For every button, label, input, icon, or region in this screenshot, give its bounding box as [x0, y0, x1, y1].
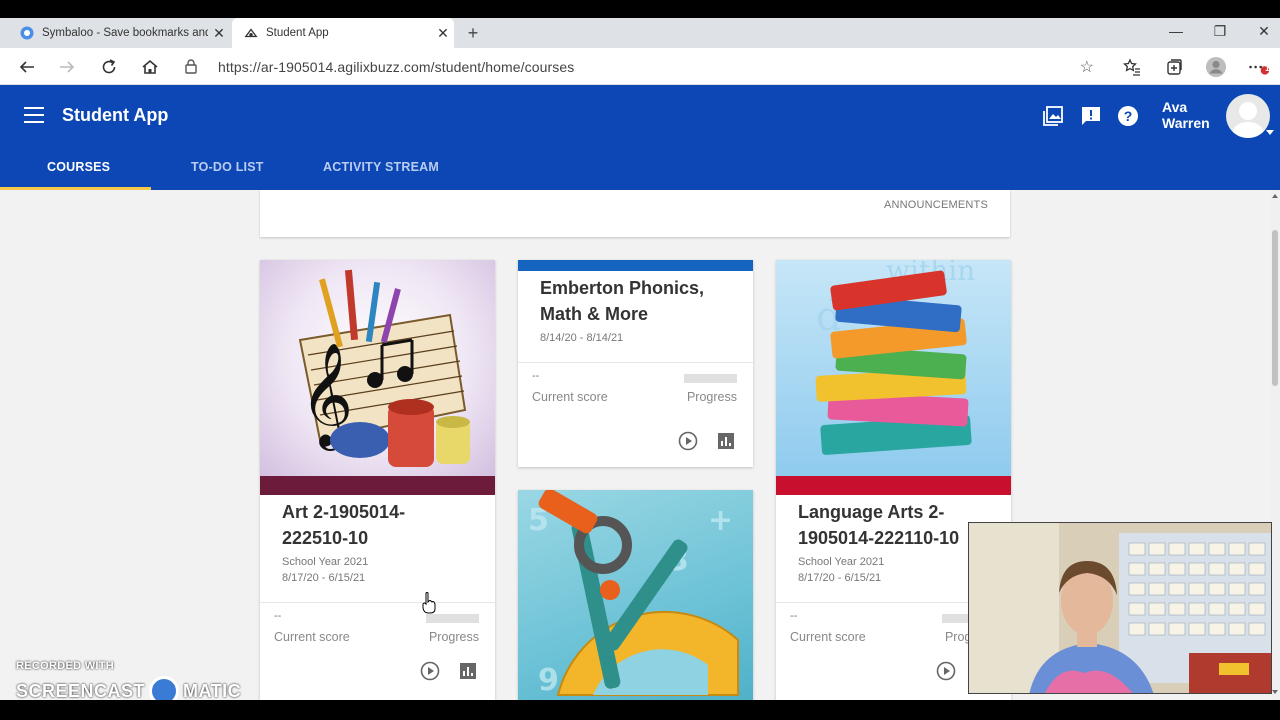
- top-black-bar: [0, 0, 1280, 18]
- course-school-year: School Year 2021: [282, 556, 369, 568]
- avatar-dropdown-icon[interactable]: [1266, 130, 1274, 135]
- course-title-line: Emberton Phonics,: [540, 278, 705, 298]
- close-window-button[interactable]: ✕: [1242, 18, 1280, 48]
- browser-tab-symbaloo[interactable]: Symbaloo - Save bookmarks and ✕: [8, 18, 230, 48]
- course-color-band: [260, 476, 495, 495]
- profile-icon[interactable]: [1205, 56, 1227, 78]
- home-icon[interactable]: [137, 54, 163, 80]
- score-label: Current score: [274, 630, 350, 644]
- announcements-panel: ANNOUNCEMENTS: [260, 190, 1010, 237]
- help-icon[interactable]: ?: [1116, 104, 1140, 128]
- notification-badge: 1: [1265, 64, 1270, 73]
- course-dates: 8/17/20 - 6/15/21: [282, 572, 366, 584]
- minimize-button[interactable]: —: [1154, 18, 1198, 48]
- score-label: Current score: [790, 630, 866, 644]
- gallery-icon[interactable]: [1041, 104, 1065, 128]
- url-text: https://ar-1905014.agilixbuzz.com/studen…: [218, 58, 575, 75]
- address-bar[interactable]: https://ar-1905014.agilixbuzz.com/studen…: [178, 52, 1108, 81]
- tab-title: Symbaloo - Save bookmarks and: [42, 27, 208, 39]
- play-circle-icon[interactable]: [935, 660, 957, 682]
- screen: Symbaloo - Save bookmarks and ✕ Student …: [0, 0, 1280, 720]
- card-divider: [260, 602, 495, 603]
- course-title-line: Language Arts 2-: [798, 502, 945, 522]
- course-color-band: [518, 260, 753, 271]
- scroll-down-icon[interactable]: [1272, 690, 1278, 694]
- course-color-band: [776, 476, 1011, 495]
- browser-toolbar: https://ar-1905014.agilixbuzz.com/studen…: [0, 48, 1280, 85]
- course-card-math[interactable]: 5+396: [518, 490, 753, 700]
- progress-bar: [426, 614, 479, 623]
- settings-more-icon[interactable]: 1: [1248, 56, 1270, 78]
- score-value: --: [790, 610, 798, 622]
- user-last-name: Warren: [1162, 115, 1210, 131]
- svg-text:+: +: [708, 503, 733, 538]
- buzz-favicon-icon: [244, 26, 258, 40]
- browser-tab-student-app[interactable]: Student App ✕: [232, 18, 454, 48]
- tab-to-do-list[interactable]: TO-DO LIST: [191, 160, 264, 174]
- browser-tab-strip: Symbaloo - Save bookmarks and ✕ Student …: [0, 18, 1280, 48]
- hand-cursor-icon: [422, 592, 436, 614]
- tab-activity-stream[interactable]: ACTIVITY STREAM: [323, 160, 439, 174]
- lock-icon: [178, 59, 204, 74]
- tab-title: Student App: [266, 27, 329, 39]
- feedback-icon[interactable]: [1079, 104, 1103, 128]
- tab-courses[interactable]: COURSES: [47, 160, 110, 174]
- card-divider: [518, 362, 753, 363]
- menu-icon[interactable]: [24, 107, 44, 123]
- course-title-line: Math & More: [540, 304, 648, 324]
- close-tab-icon[interactable]: ✕: [208, 25, 230, 42]
- score-label: Current score: [532, 390, 608, 404]
- user-first-name: Ava: [1162, 99, 1188, 115]
- favorite-star-icon[interactable]: ☆: [1080, 57, 1094, 77]
- maximize-button[interactable]: ❐: [1198, 18, 1242, 48]
- scroll-up-icon[interactable]: [1272, 194, 1278, 198]
- announcements-link[interactable]: ANNOUNCEMENTS: [884, 199, 988, 211]
- course-title-line: 1905014-222110-10: [798, 528, 960, 548]
- course-card-art[interactable]: 𝄞 Art 2-1905014- 222510-10 School Year 2…: [260, 260, 495, 700]
- course-dates: 8/17/20 - 6/15/21: [798, 572, 882, 584]
- score-value: --: [274, 610, 282, 622]
- back-arrow-icon[interactable]: [14, 54, 40, 80]
- art-course-image: 𝄞: [260, 260, 495, 476]
- play-circle-icon[interactable]: [419, 660, 441, 682]
- bar-chart-icon[interactable]: [457, 660, 479, 682]
- progress-bar: [684, 374, 737, 383]
- course-card-emberton[interactable]: Emberton Phonics, Math & More 8/14/20 - …: [518, 260, 753, 467]
- forward-arrow-icon[interactable]: [54, 54, 80, 80]
- webcam-overlay: [968, 522, 1272, 694]
- score-value: --: [532, 370, 540, 382]
- course-school-year: School Year 2021: [798, 556, 885, 568]
- svg-text:9: 9: [538, 663, 559, 698]
- favorites-icon[interactable]: [1121, 56, 1143, 78]
- symbaloo-favicon-icon: [20, 26, 34, 40]
- new-tab-button[interactable]: +: [462, 18, 484, 48]
- recorded-with-text: RECORDED WITH: [16, 660, 115, 672]
- course-title[interactable]: Language Arts 2- 1905014-222110-10: [798, 499, 959, 551]
- progress-label: Progress: [686, 390, 737, 404]
- refresh-icon[interactable]: [96, 54, 122, 80]
- course-dates: 8/14/20 - 8/14/21: [540, 332, 624, 344]
- math-course-image: 5+396: [518, 490, 753, 700]
- course-title-line: Art 2-1905014-: [282, 502, 406, 522]
- watermark-right-word: MATIC: [183, 680, 242, 701]
- scrollbar-thumb[interactable]: [1272, 230, 1278, 386]
- collections-icon[interactable]: [1163, 56, 1185, 78]
- play-circle-icon[interactable]: [677, 430, 699, 452]
- course-title-line: 222510-10: [282, 528, 369, 548]
- app-header: Student App ? Ava Warren COURSES TO-DO L…: [0, 85, 1280, 190]
- svg-text:?: ?: [1124, 108, 1133, 124]
- user-name[interactable]: Ava Warren: [1162, 99, 1210, 131]
- watermark-left-word: SCREENCAST: [16, 680, 146, 701]
- bar-chart-icon[interactable]: [715, 430, 737, 452]
- avatar[interactable]: [1226, 94, 1270, 138]
- close-tab-icon[interactable]: ✕: [432, 25, 454, 42]
- bottom-black-bar: [0, 700, 1280, 720]
- course-title[interactable]: Emberton Phonics, Math & More: [540, 275, 704, 327]
- app-title: Student App: [62, 105, 169, 125]
- language-arts-course-image: within d: [776, 260, 1011, 476]
- progress-label: Progress: [428, 630, 479, 644]
- course-title[interactable]: Art 2-1905014- 222510-10: [282, 499, 405, 551]
